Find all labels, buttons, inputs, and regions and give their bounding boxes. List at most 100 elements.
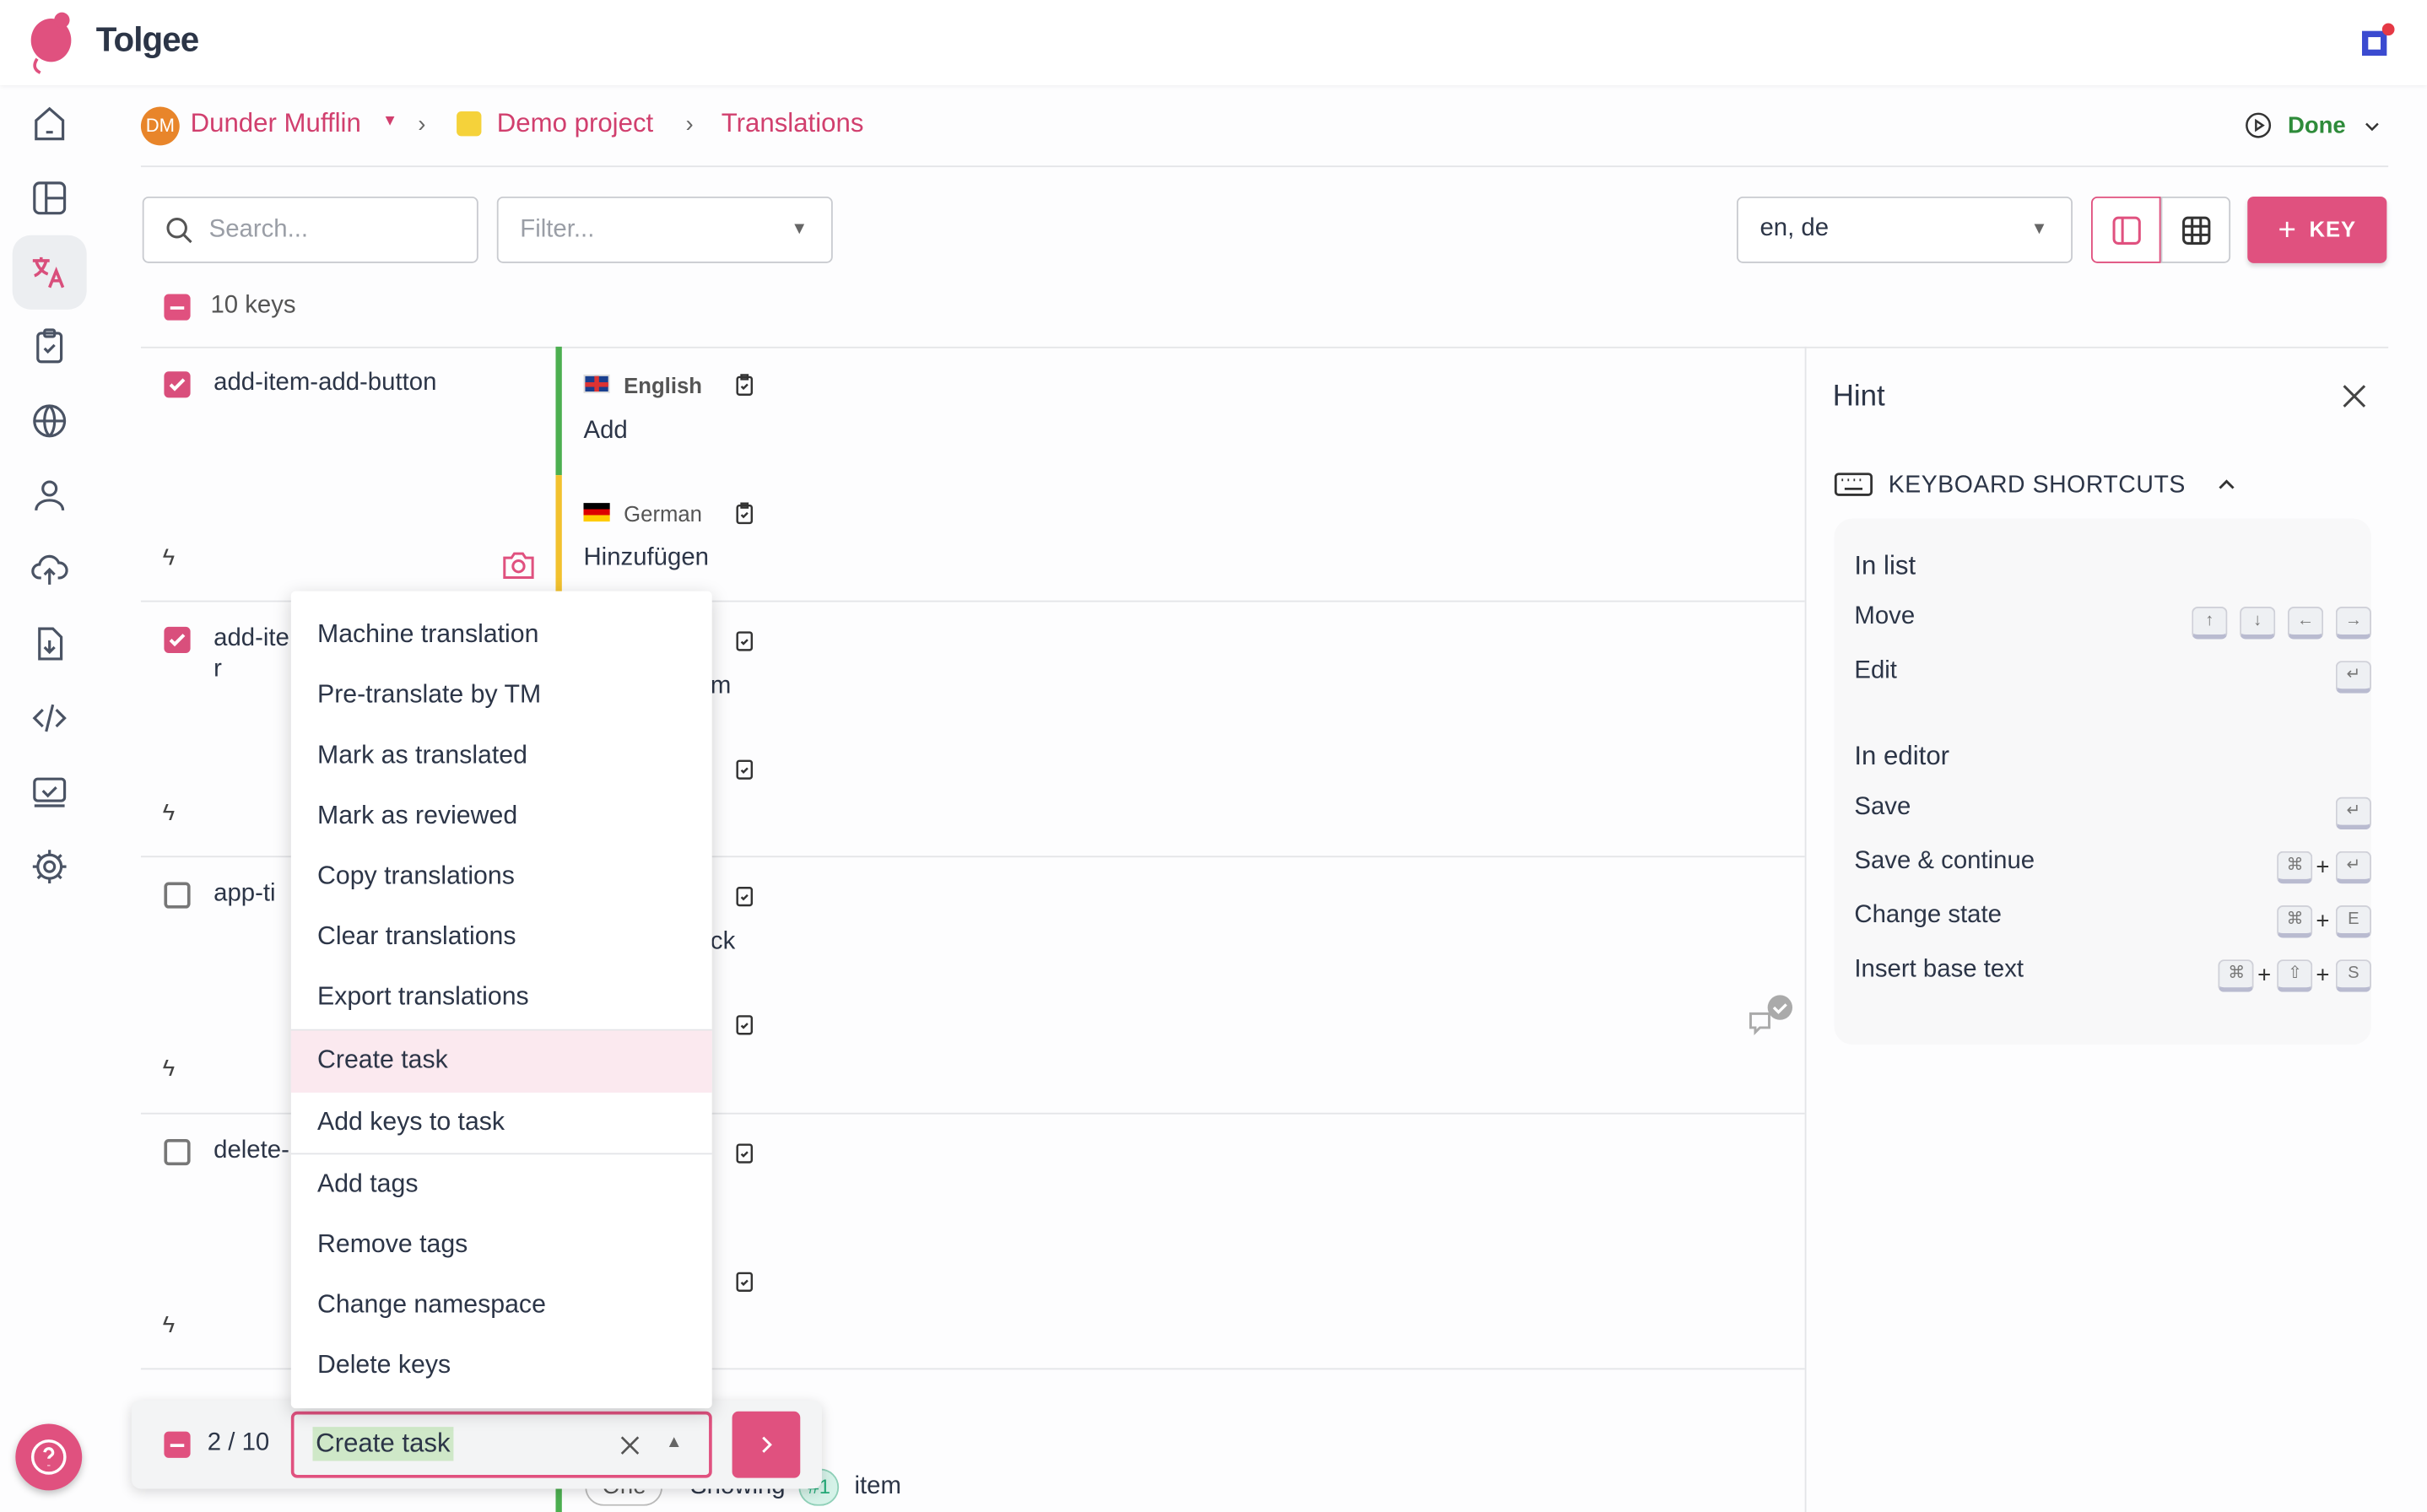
translate-icon[interactable] [30, 252, 70, 293]
menu-item-clear-translations[interactable]: Clear translations [291, 907, 712, 968]
translation-text[interactable]: Hinzufügen [583, 545, 708, 573]
view-list-button[interactable] [2091, 196, 2161, 263]
shortcut-move-keys: ↑ ↓ ← → [2189, 607, 2371, 640]
keyboard-icon [1834, 472, 1873, 496]
clipboard-check-icon[interactable] [732, 1011, 757, 1039]
org-dropdown-icon[interactable]: ▼ [382, 113, 397, 130]
section-in-editor: In editor [1854, 741, 1950, 771]
key-name[interactable]: add-ite [214, 625, 289, 653]
shortcut-edit-keys: ↵ [2332, 661, 2371, 694]
lightning-icon[interactable]: ϟ [163, 1056, 176, 1082]
menu-item-export-translations[interactable]: Export translations [291, 967, 712, 1028]
breadcrumb-org[interactable]: Dunder Mufflin [191, 108, 361, 139]
translation-text[interactable]: ck [711, 929, 735, 957]
lightning-icon[interactable]: ϟ [163, 545, 176, 571]
menu-item-add-tags[interactable]: Add tags [291, 1154, 712, 1215]
clipboard-check-icon[interactable] [732, 1267, 757, 1295]
select-all-checkbox[interactable] [164, 294, 191, 321]
row-checkbox[interactable] [164, 882, 191, 909]
lightning-icon[interactable]: ϟ [163, 800, 176, 826]
plus-icon: + [2278, 213, 2297, 248]
menu-item-mark-reviewed[interactable]: Mark as reviewed [291, 786, 712, 847]
chevron-down-icon[interactable] [2362, 116, 2382, 137]
run-operation-button[interactable] [732, 1411, 801, 1478]
add-key-button[interactable]: + KEY [2247, 196, 2387, 263]
row-checkbox[interactable] [164, 1138, 191, 1166]
breadcrumb-page[interactable]: Translations [722, 108, 864, 139]
row-checkbox[interactable] [164, 626, 191, 654]
home-icon[interactable] [30, 104, 70, 144]
menu-item-copy-translations[interactable]: Copy translations [291, 846, 712, 907]
lightning-icon[interactable]: ϟ [163, 1312, 176, 1338]
menu-item-change-namespace[interactable]: Change namespace [291, 1275, 712, 1336]
upload-icon[interactable] [30, 549, 70, 590]
shortcut-save-keys: ↵ [2332, 796, 2371, 830]
table-row[interactable]: add-item-add-button ϟ English Add German… [140, 346, 1805, 602]
shortcut-save-continue-keys: ⌘ + ↵ [2274, 850, 2371, 884]
clipboard-check-icon[interactable] [732, 627, 757, 655]
translation-text[interactable]: item [854, 1473, 900, 1501]
clipboard-check-icon[interactable] [732, 882, 757, 910]
state-bar-german [555, 475, 562, 602]
search-input[interactable]: Search... [142, 196, 478, 263]
language-select[interactable]: en, de ▼ [1736, 196, 2073, 263]
translation-text[interactable]: Add [583, 418, 627, 446]
table-view-icon [2182, 216, 2211, 245]
top-bar: Tolgee [0, 0, 2427, 85]
user-avatar-icon[interactable] [2356, 22, 2397, 62]
split-view-icon [2112, 216, 2141, 245]
user-icon[interactable] [30, 475, 70, 516]
key-name[interactable]: app-ti [214, 881, 275, 909]
menu-item-add-keys-to-task[interactable]: Add keys to task [291, 1093, 712, 1153]
dashboard-icon[interactable] [30, 178, 70, 219]
translation-text[interactable]: m [711, 673, 731, 701]
chevron-up-icon[interactable] [2215, 473, 2239, 497]
app-name[interactable]: Tolgee [96, 20, 199, 61]
clipboard-check-icon[interactable] [732, 1139, 757, 1167]
review-icon[interactable] [30, 772, 70, 813]
selected-count: 2 / 10 [207, 1429, 270, 1456]
help-button[interactable] [15, 1423, 83, 1491]
key-name[interactable]: delete- [214, 1137, 289, 1165]
code-icon[interactable] [30, 698, 70, 738]
shortcut-change-state: Change state [1854, 902, 2002, 929]
clipboard-check-icon[interactable] [732, 500, 757, 527]
breadcrumb-project[interactable]: Demo project [497, 108, 653, 139]
download-icon[interactable] [30, 624, 70, 664]
org-avatar[interactable]: DM [140, 106, 180, 146]
close-icon[interactable] [2338, 381, 2370, 412]
tolgee-logo-icon[interactable] [24, 9, 77, 74]
key-count: 10 keys [210, 292, 296, 319]
dropdown-up-icon[interactable]: ▲ [666, 1433, 683, 1451]
clipboard-check-icon[interactable] [732, 755, 757, 783]
batch-select-checkbox[interactable] [164, 1431, 191, 1458]
language-label: German [624, 501, 702, 526]
status-done[interactable]: Done [2288, 113, 2346, 139]
menu-item-remove-tags[interactable]: Remove tags [291, 1215, 712, 1276]
view-table-button[interactable] [2160, 196, 2231, 263]
comment-resolved-icon[interactable] [1746, 994, 1798, 1040]
key-enter-icon: ↵ [2335, 796, 2371, 830]
operation-select[interactable]: Create task ▲ [290, 1411, 712, 1478]
tasks-icon[interactable] [30, 327, 70, 367]
clear-icon[interactable] [618, 1433, 642, 1457]
row-checkbox[interactable] [164, 371, 191, 398]
shortcut-edit: Edit [1854, 657, 1897, 684]
project-icon [457, 111, 482, 137]
menu-item-pre-translate[interactable]: Pre-translate by TM [291, 666, 712, 726]
camera-icon[interactable] [501, 549, 535, 580]
menu-item-machine-translation[interactable]: Machine translation [291, 605, 712, 666]
key-name-wrap[interactable]: r [214, 656, 222, 684]
settings-icon[interactable] [30, 846, 70, 887]
filter-placeholder: Filter... [520, 216, 595, 243]
state-bar-english [555, 346, 562, 476]
globe-icon[interactable] [30, 401, 70, 441]
keyboard-shortcuts-heading[interactable]: KEYBOARD SHORTCUTS [1889, 472, 2186, 500]
menu-item-mark-translated[interactable]: Mark as translated [291, 726, 712, 786]
filter-select[interactable]: Filter... ▼ [496, 196, 833, 263]
menu-item-delete-keys[interactable]: Delete keys [291, 1336, 712, 1396]
key-name[interactable]: add-item-add-button [214, 370, 436, 397]
add-key-label: KEY [2309, 216, 2357, 242]
menu-item-create-task[interactable]: Create task [290, 1030, 712, 1093]
clipboard-check-icon[interactable] [732, 371, 757, 399]
